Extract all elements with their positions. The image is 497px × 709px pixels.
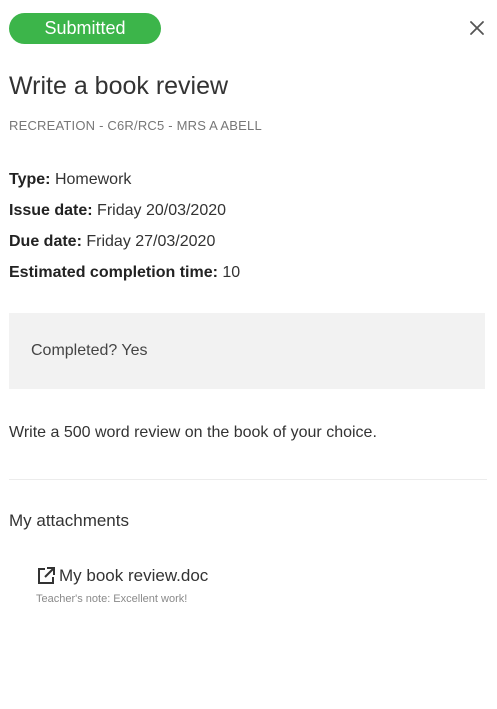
attachments-heading: My attachments <box>9 511 129 530</box>
type-row: Type: Homework <box>9 168 240 191</box>
divider <box>9 479 487 480</box>
type-value: Homework <box>54 171 132 188</box>
due-date-value: Friday 27/03/2020 <box>86 233 216 250</box>
close-icon <box>470 21 484 35</box>
attachment-filename: My book review.doc <box>59 566 209 585</box>
estimated-time-row: Estimated completion time: 10 <box>9 261 240 284</box>
task-details: Type: Homework Issue date: Friday 20/03/… <box>9 168 240 292</box>
close-button[interactable] <box>463 14 491 42</box>
status-badge: Submitted <box>9 13 161 44</box>
teacher-note: Teacher's note: Excellent work! <box>36 593 188 605</box>
task-description: Write a 500 word review on the book of y… <box>9 424 377 441</box>
type-label: Type: <box>9 171 51 188</box>
page-title: Write a book review <box>9 72 229 100</box>
issue-date-row: Issue date: Friday 20/03/2020 <box>9 199 240 222</box>
issue-date-label: Issue date: <box>9 202 93 219</box>
estimated-time-value: 10 <box>222 264 241 281</box>
attachment-link[interactable]: My book review.doc <box>36 564 456 588</box>
attachment-item: My book review.doc Teacher's note: Excel… <box>36 564 456 605</box>
due-date-label: Due date: <box>9 233 82 250</box>
issue-date-value: Friday 20/03/2020 <box>97 202 227 219</box>
class-subtitle: RECREATION - C6R/RC5 - MRS A ABELL <box>9 118 262 133</box>
estimated-time-label: Estimated completion time: <box>9 264 218 281</box>
homework-detail-panel: Submitted Write a book review RECREATION… <box>0 0 497 709</box>
external-link-icon <box>38 567 55 584</box>
completion-status: Completed? Yes <box>9 313 485 389</box>
due-date-row: Due date: Friday 27/03/2020 <box>9 230 240 253</box>
